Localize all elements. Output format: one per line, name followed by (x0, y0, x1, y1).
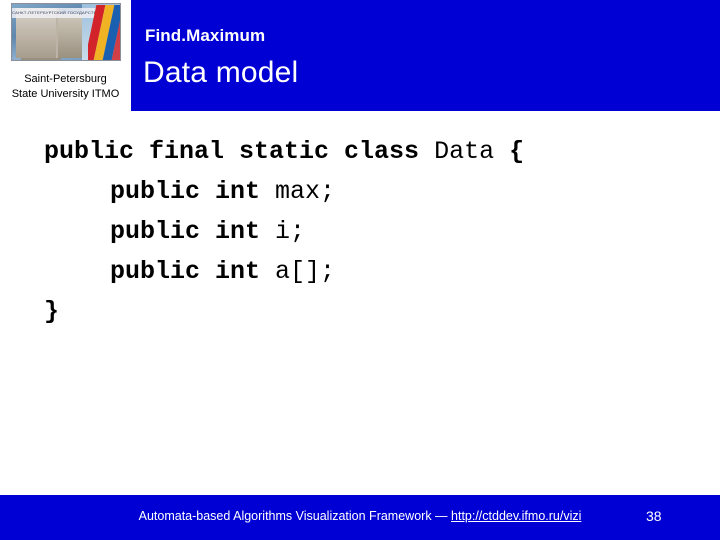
footer-link[interactable]: http://ctddev.ifmo.ru/vizi (451, 509, 581, 523)
code-identifier: Data (434, 137, 510, 166)
code-block: public final static class Data { public … (44, 132, 684, 332)
logo-caption: Saint-Petersburg State University ITMO (0, 72, 131, 102)
slide: САНКТ-ПЕТЕРБУРГСКИЙ ГОСУДАРСТВЕННЫЙ УНИВ… (0, 0, 720, 540)
code-keyword: public int (110, 217, 276, 246)
code-brace: { (509, 137, 525, 166)
code-line: public final static class Data { (44, 132, 684, 172)
slide-subtitle: Find.Maximum (145, 26, 266, 45)
code-line: public int i; (44, 212, 684, 252)
page-number: 38 (646, 508, 662, 524)
footer-label: Automata-based Algorithms Visualization … (138, 509, 452, 523)
logo-container: САНКТ-ПЕТЕРБУРГСКИЙ ГОСУДАРСТВЕННЫЙ УНИВ… (0, 0, 131, 111)
page-title: Data model (143, 56, 299, 89)
code-keyword: public int (110, 177, 276, 206)
code-line: public int max; (44, 172, 684, 212)
university-logo-image: САНКТ-ПЕТЕРБУРГСКИЙ ГОСУДАРСТВЕННЫЙ УНИВ… (11, 3, 121, 61)
code-identifier: i; (275, 217, 306, 246)
code-keyword: public int (110, 257, 276, 286)
logo-flag-icon (88, 5, 120, 60)
code-line: } (44, 292, 684, 332)
footer-text: Automata-based Algorithms Visualization … (0, 509, 720, 523)
code-keyword: public final static class (44, 137, 435, 166)
code-identifier: max; (275, 177, 336, 206)
logo-caption-line1: Saint-Petersburg (24, 73, 107, 85)
code-line: public int a[]; (44, 252, 684, 292)
code-identifier: a[]; (275, 257, 336, 286)
logo-caption-line2: State University ITMO (11, 88, 120, 100)
code-brace: } (44, 297, 60, 326)
